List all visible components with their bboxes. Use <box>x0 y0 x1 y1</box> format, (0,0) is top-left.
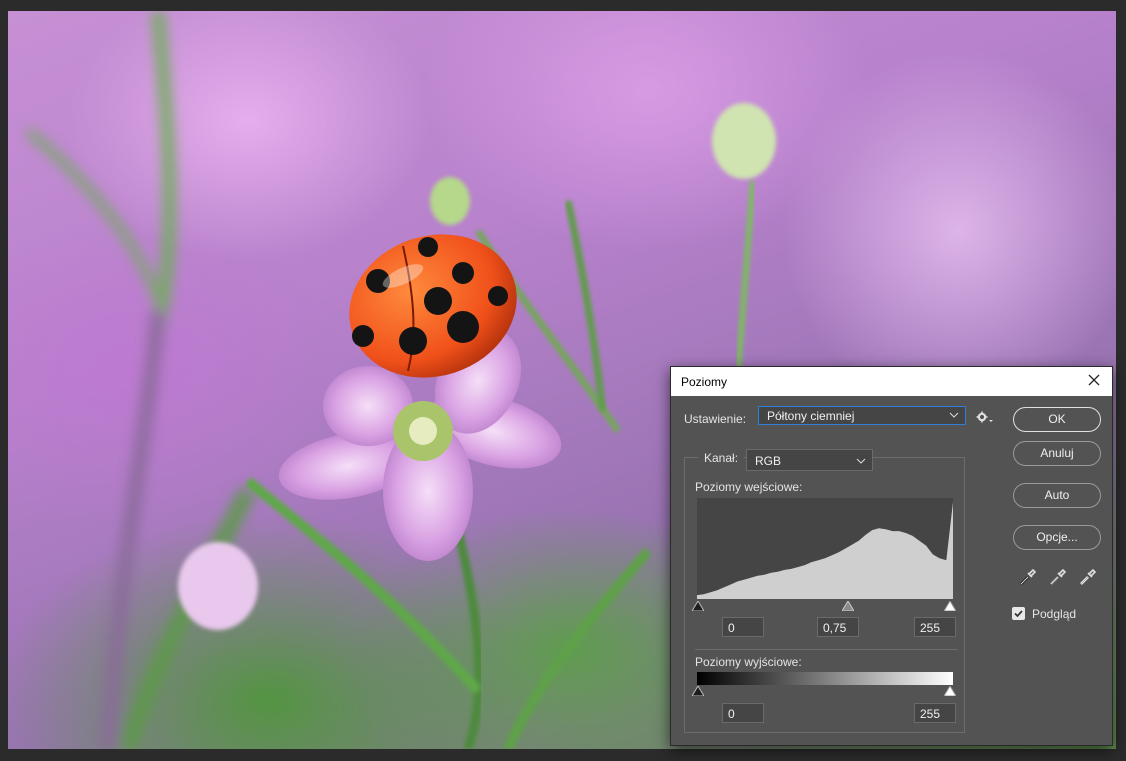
input-black-field[interactable]: 0 <box>722 617 764 637</box>
channel-label: Kanał: <box>698 451 745 465</box>
input-gamma-slider[interactable] <box>842 601 854 611</box>
gear-menu-icon[interactable] <box>976 411 994 425</box>
channel-dropdown[interactable]: RGB <box>746 449 873 471</box>
input-gamma-field[interactable]: 0,75 <box>817 617 859 637</box>
input-white-slider[interactable] <box>944 601 956 611</box>
chevron-down-icon <box>949 412 959 418</box>
dialog-titlebar[interactable]: Poziomy <box>671 367 1112 396</box>
preset-dropdown[interactable]: Półtony ciemniej <box>758 406 966 425</box>
input-black-slider[interactable] <box>692 601 704 611</box>
auto-button[interactable]: Auto <box>1013 483 1101 508</box>
preset-label: Ustawienie: <box>684 412 747 426</box>
input-white-field[interactable]: 255 <box>914 617 956 637</box>
gray-eyedropper-icon[interactable] <box>1048 569 1066 587</box>
white-eyedropper-icon[interactable] <box>1078 569 1096 587</box>
output-black-field[interactable]: 0 <box>722 703 764 723</box>
output-black-slider[interactable] <box>692 686 704 696</box>
histogram <box>697 498 953 599</box>
channel-value: RGB <box>755 454 782 468</box>
preset-value: Półtony ciemniej <box>767 409 855 423</box>
output-gradient-bar <box>697 672 953 685</box>
ok-button[interactable]: OK <box>1013 407 1101 432</box>
cancel-button[interactable]: Anuluj <box>1013 441 1101 466</box>
chevron-down-icon <box>856 458 866 464</box>
input-levels-label: Poziomy wejściowe: <box>695 480 803 494</box>
dialog-title: Poziomy <box>681 375 728 389</box>
output-white-slider[interactable] <box>944 686 956 696</box>
checkmark-icon <box>1014 610 1023 618</box>
output-white-field[interactable]: 255 <box>914 703 956 723</box>
preview-label: Podgląd <box>1032 607 1077 621</box>
divider <box>695 649 958 650</box>
options-button[interactable]: Opcje... <box>1013 525 1101 550</box>
output-levels-label: Poziomy wyjściowe: <box>695 655 802 669</box>
levels-dialog: Poziomy Ustawienie: Półtony ciemniej Kan… <box>670 366 1113 746</box>
black-eyedropper-icon[interactable] <box>1018 569 1036 587</box>
close-icon[interactable] <box>1086 372 1102 388</box>
preview-checkbox[interactable] <box>1012 607 1025 620</box>
